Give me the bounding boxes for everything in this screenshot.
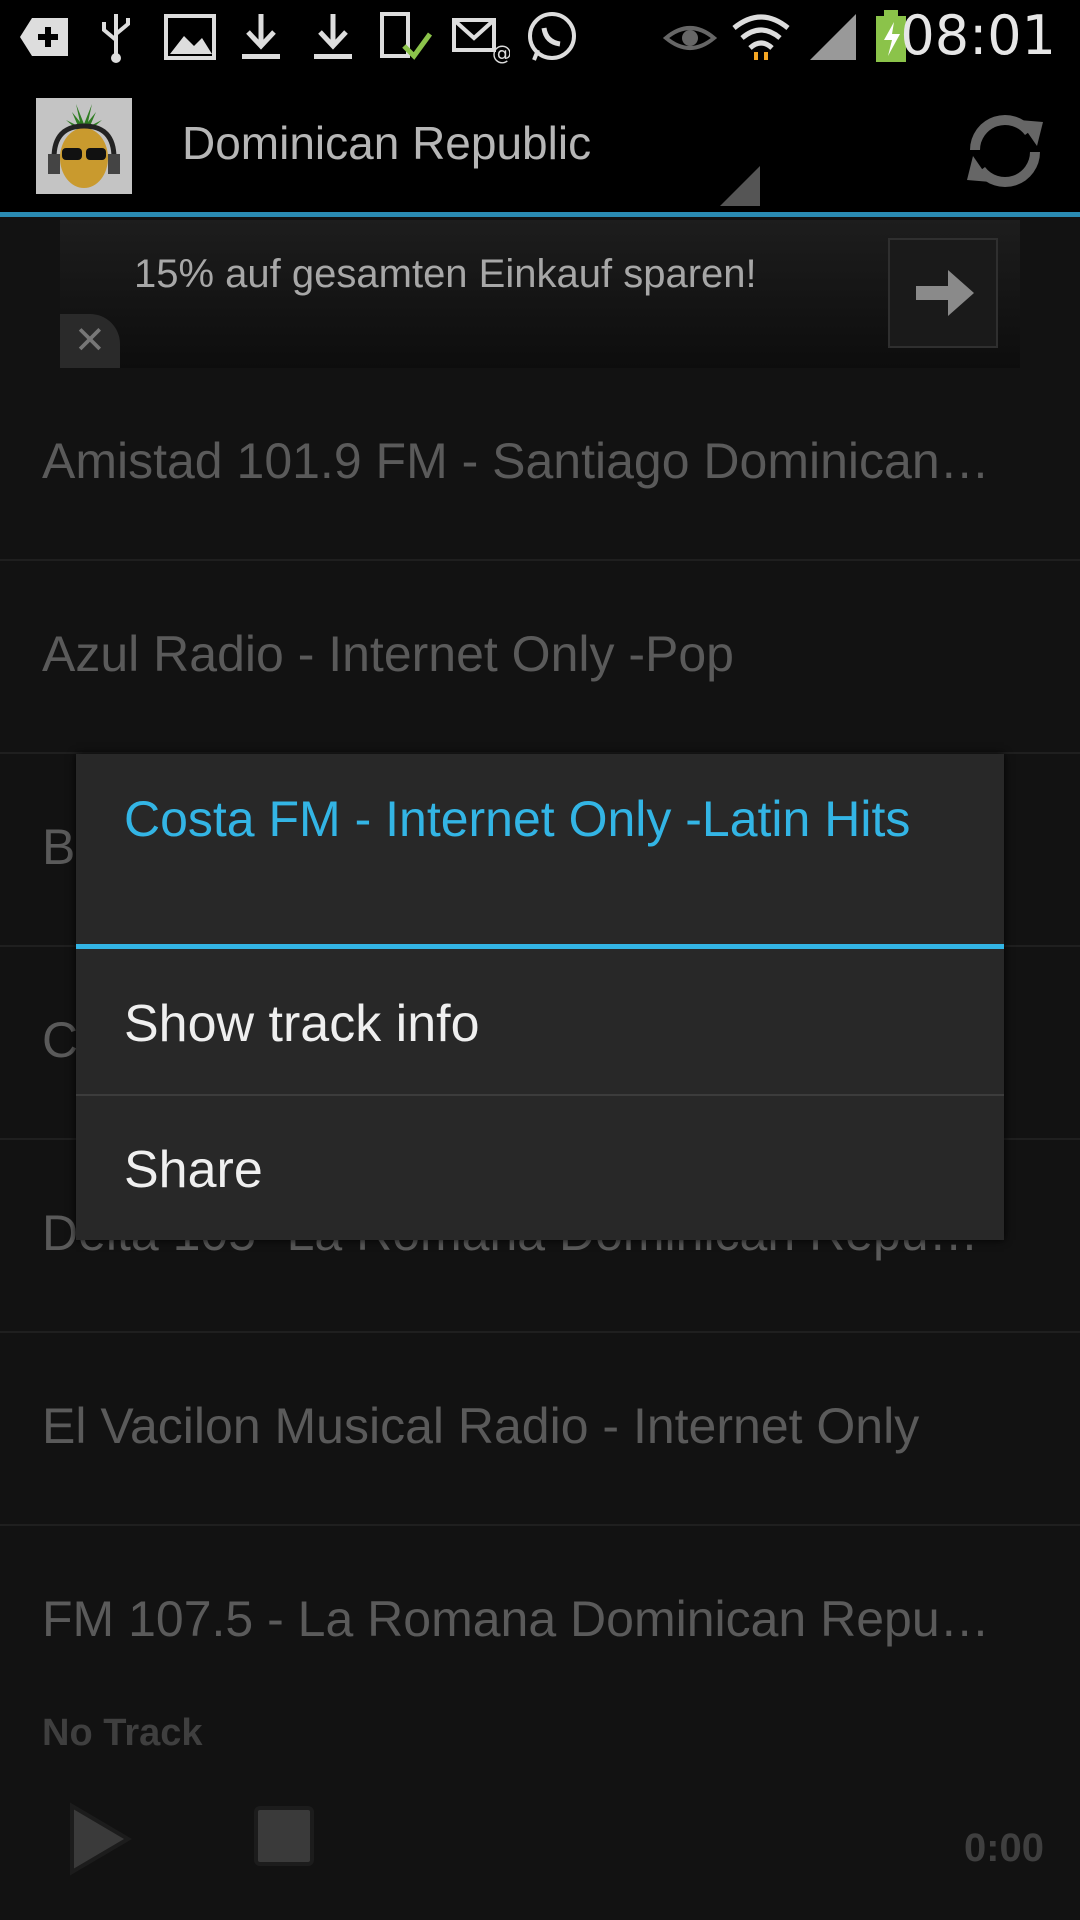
dialog-title-divider bbox=[76, 944, 1004, 949]
close-icon: ✕ bbox=[74, 320, 106, 362]
spinner-corner-icon bbox=[720, 166, 760, 206]
station-name: FM 107.5 - La Romana Dominican Republic bbox=[42, 1591, 1002, 1647]
eye-icon bbox=[662, 26, 718, 50]
menu-item-show-track-info[interactable]: Show track info bbox=[76, 950, 1004, 1094]
svg-text:@: @ bbox=[492, 41, 510, 64]
station-name: El Vacilon Musical Radio - Internet Only bbox=[42, 1398, 920, 1454]
status-bar: @ 08:01 bbox=[0, 0, 1080, 74]
app-logo[interactable] bbox=[36, 98, 132, 194]
download-icon bbox=[314, 14, 352, 59]
menu-item-label: Share bbox=[124, 1141, 263, 1199]
whatsapp-icon bbox=[528, 12, 576, 61]
refresh-icon bbox=[967, 115, 1043, 187]
stop-icon[interactable] bbox=[252, 1804, 316, 1868]
list-item[interactable]: Amistad 101.9 FM - Santiago Dominican Re… bbox=[0, 368, 1080, 561]
arrow-right-icon bbox=[916, 270, 974, 316]
player-bar: No Track 0:00 bbox=[0, 1698, 1080, 1920]
usb-icon bbox=[102, 14, 130, 63]
image-icon bbox=[164, 14, 216, 60]
refresh-button[interactable] bbox=[955, 106, 1055, 196]
menu-item-label: Show track info bbox=[124, 995, 480, 1053]
station-name: Amistad 101.9 FM - Santiago Dominican Re… bbox=[42, 433, 1002, 489]
download-icon bbox=[242, 14, 280, 59]
pineapple-headphones-logo bbox=[36, 98, 132, 194]
ad-close-button[interactable]: ✕ bbox=[60, 314, 120, 368]
device-check-icon bbox=[380, 12, 433, 60]
station-name: Azul Radio - Internet Only -Pop bbox=[42, 626, 734, 682]
ad-arrow-button[interactable] bbox=[888, 238, 998, 348]
list-item[interactable]: Azul Radio - Internet Only -Pop bbox=[0, 561, 1080, 754]
dialog-title: Costa FM - Internet Only -Latin Hits bbox=[124, 791, 911, 847]
elapsed-time: 0:00 bbox=[963, 1826, 1044, 1870]
list-item[interactable]: FM 107.5 - La Romana Dominican Republic bbox=[0, 1526, 1080, 1719]
email-icon: @ bbox=[452, 18, 510, 64]
signal-icon bbox=[810, 14, 856, 60]
add-icon bbox=[20, 18, 68, 56]
country-spinner[interactable]: Dominican Republic bbox=[150, 96, 760, 206]
ad-banner[interactable]: 15% auf gesamten Einkauf sparen! ✕ bbox=[60, 220, 1020, 368]
ad-text: 15% auf gesamten Einkauf sparen! bbox=[134, 252, 757, 296]
status-clock: 08:01 bbox=[900, 4, 1056, 67]
context-menu-dialog: Costa FM - Internet Only -Latin Hits Sho… bbox=[76, 754, 1004, 1240]
wifi-icon bbox=[732, 14, 790, 60]
track-title: No Track bbox=[42, 1712, 203, 1754]
menu-item-share[interactable]: Share bbox=[76, 1096, 1004, 1240]
country-label: Dominican Republic bbox=[182, 117, 592, 169]
play-icon[interactable] bbox=[66, 1802, 132, 1876]
list-item[interactable]: El Vacilon Musical Radio - Internet Only bbox=[0, 1333, 1080, 1526]
app-bar-divider bbox=[0, 212, 1080, 217]
